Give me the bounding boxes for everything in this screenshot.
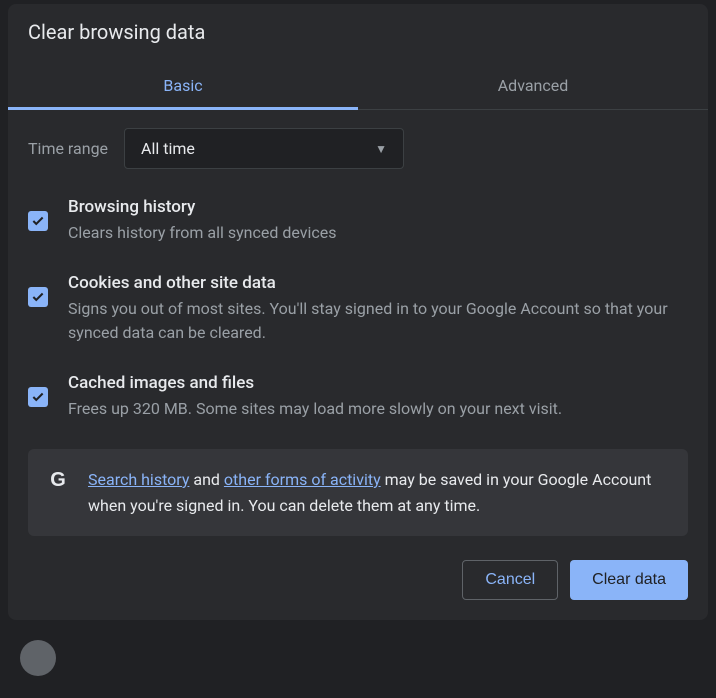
clear-data-button[interactable]: Clear data [570, 560, 688, 600]
other-activity-link[interactable]: other forms of activity [224, 470, 381, 489]
option-title: Cookies and other site data [68, 273, 688, 293]
option-cached: Cached images and files Frees up 320 MB.… [28, 373, 688, 421]
tab-advanced[interactable]: Advanced [358, 62, 708, 109]
cancel-button[interactable]: Cancel [462, 560, 558, 600]
option-description: Clears history from all synced devices [68, 221, 688, 245]
time-range-row: Time range All time ▼ [28, 128, 688, 169]
check-icon [31, 214, 45, 228]
option-title: Cached images and files [68, 373, 688, 393]
option-text: Cached images and files Frees up 320 MB.… [68, 373, 688, 421]
clear-browsing-data-dialog: Clear browsing data Basic Advanced Time … [8, 4, 708, 620]
search-history-link[interactable]: Search history [88, 470, 189, 489]
chevron-down-icon: ▼ [375, 142, 387, 156]
info-text-part: and [189, 470, 224, 489]
checkbox-cookies[interactable] [28, 287, 48, 307]
option-description: Frees up 320 MB. Some sites may load mor… [68, 397, 688, 421]
time-range-value: All time [141, 139, 195, 158]
tabs: Basic Advanced [8, 62, 708, 110]
dialog-body: Time range All time ▼ Browsing history C… [8, 110, 708, 536]
option-browsing-history: Browsing history Clears history from all… [28, 197, 688, 245]
google-account-info: G Search history and other forms of acti… [28, 449, 688, 536]
checkbox-browsing-history[interactable] [28, 211, 48, 231]
dialog-title: Clear browsing data [8, 4, 708, 44]
info-text: Search history and other forms of activi… [88, 467, 668, 518]
check-icon [31, 390, 45, 404]
option-cookies: Cookies and other site data Signs you ou… [28, 273, 688, 345]
time-range-select[interactable]: All time ▼ [124, 128, 404, 169]
avatar [20, 640, 56, 676]
option-text: Cookies and other site data Signs you ou… [68, 273, 688, 345]
time-range-label: Time range [28, 139, 108, 158]
checkbox-cached[interactable] [28, 387, 48, 407]
option-description: Signs you out of most sites. You'll stay… [68, 297, 688, 345]
google-icon: G [48, 469, 68, 492]
option-text: Browsing history Clears history from all… [68, 197, 688, 245]
check-icon [31, 290, 45, 304]
button-row: Cancel Clear data [8, 560, 708, 600]
footer [0, 640, 716, 676]
tab-basic[interactable]: Basic [8, 62, 358, 109]
option-title: Browsing history [68, 197, 688, 217]
